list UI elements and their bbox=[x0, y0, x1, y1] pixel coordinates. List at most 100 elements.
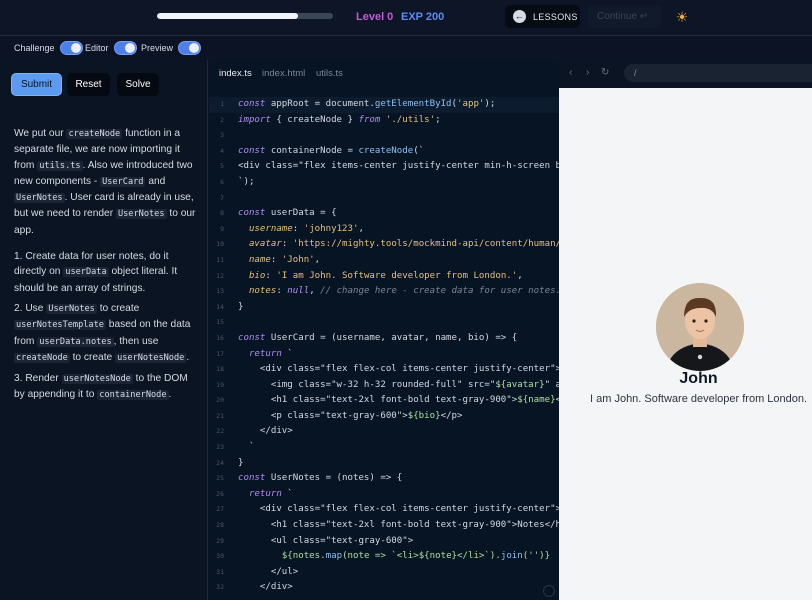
code-line[interactable]: 2 import { createNode } from './utils'; bbox=[209, 113, 559, 129]
code-line[interactable]: 11 name: 'John', bbox=[209, 253, 559, 269]
code-token: username bbox=[248, 223, 293, 234]
code-line[interactable]: 31 </ul> bbox=[209, 565, 559, 581]
code-token: notes bbox=[248, 286, 277, 297]
continue-button[interactable]: Continue ↵ bbox=[588, 5, 662, 28]
inline-code: UserNotes bbox=[115, 209, 167, 220]
line-number: 7 bbox=[220, 193, 224, 202]
code-token: <div class="flex items-center justify-ce… bbox=[238, 161, 559, 172]
code-token: : bbox=[270, 254, 282, 265]
code-token: `); bbox=[238, 176, 255, 187]
code-line[interactable]: 1 const appRoot = document.getElementById… bbox=[209, 97, 559, 113]
code-token: 'I am John. Software developer from Lond… bbox=[276, 270, 518, 281]
line-number: 4 bbox=[220, 146, 224, 155]
code-token: bio bbox=[248, 270, 266, 281]
code-line[interactable]: 26 return ` bbox=[209, 487, 559, 503]
code-line[interactable]: 13 notes: null, // change here - create … bbox=[209, 284, 559, 300]
code-token: name bbox=[248, 254, 271, 265]
inline-code: UserCard bbox=[100, 176, 146, 187]
code-line[interactable]: 20 <h1 class="text-2xl font-bold text-gr… bbox=[209, 393, 559, 409]
code-token: containerNode = bbox=[265, 145, 359, 156]
code-text: username: 'johny123', bbox=[238, 222, 364, 238]
code-line[interactable]: 22 </div> bbox=[209, 424, 559, 440]
code-text: const UserNotes = (notes) => { bbox=[238, 471, 402, 487]
code-line[interactable]: 8 const userData = { bbox=[209, 206, 559, 222]
code-line[interactable]: 6 `); bbox=[209, 175, 559, 191]
lessons-button[interactable]: ← LESSONS bbox=[505, 5, 580, 28]
code-line[interactable]: 25 const UserNotes = (notes) => { bbox=[209, 471, 559, 487]
preview-switch[interactable] bbox=[178, 41, 202, 55]
code-line[interactable]: 16 const UserCard = (username, avatar, na… bbox=[209, 331, 559, 347]
code-text: <h1 class="text-2xl font-bold text-gray-… bbox=[238, 393, 559, 409]
theme-toggle-sun-icon[interactable]: ☀ bbox=[673, 8, 691, 26]
code-token: createNode bbox=[358, 145, 414, 156]
code-line[interactable]: 21 <p class="text-gray-600">${bio}</p> bbox=[209, 409, 559, 425]
line-number: 28 bbox=[216, 521, 224, 530]
code-token: , bbox=[309, 286, 321, 297]
code-line[interactable]: 24} bbox=[209, 456, 559, 472]
code-line[interactable]: 15 bbox=[209, 315, 559, 331]
editor-switch[interactable] bbox=[113, 41, 137, 55]
code-line[interactable]: 10 avatar: 'https://mighty.tools/mockmin… bbox=[209, 237, 559, 253]
forward-icon[interactable]: › bbox=[586, 67, 589, 78]
level-label: Level 0 bbox=[356, 11, 394, 23]
code-token: appRoot = document. bbox=[265, 99, 375, 109]
code-token: : bbox=[276, 286, 288, 297]
code-text: notes: null, // change here - create dat… bbox=[238, 284, 559, 300]
lessons-label: LESSONS bbox=[533, 11, 578, 22]
challenge-toggle[interactable]: Challenge bbox=[14, 41, 83, 55]
inline-code: containerNode bbox=[97, 390, 169, 401]
code-line[interactable]: 30 ${notes.map(note => `<li>${note}</li>… bbox=[209, 549, 559, 565]
code-line[interactable]: 23 ` bbox=[209, 440, 559, 456]
code-line[interactable]: 27 <div class="flex flex-col items-cente… bbox=[209, 502, 559, 518]
code-line[interactable]: 3 bbox=[209, 128, 559, 144]
code-line[interactable]: 32 </div> bbox=[209, 580, 559, 596]
line-number: 27 bbox=[216, 505, 224, 514]
solve-button[interactable]: Solve bbox=[117, 73, 159, 96]
back-icon[interactable]: ‹ bbox=[569, 67, 572, 78]
code-line[interactable]: 18 <div class="flex flex-col items-cente… bbox=[209, 362, 559, 378]
code-text: <div class="flex flex-col items-center j… bbox=[238, 362, 559, 378]
code-token: ${bio} bbox=[407, 410, 441, 421]
preview-toggle[interactable]: Preview bbox=[141, 41, 202, 55]
code-editor[interactable]: index.ts index.html utils.ts 1 const appR… bbox=[209, 60, 559, 600]
code-token: userData = { bbox=[265, 208, 337, 219]
line-number: 18 bbox=[216, 365, 224, 374]
line-number: 22 bbox=[216, 427, 224, 436]
code-line[interactable]: 7 bbox=[209, 191, 559, 207]
code-line[interactable]: 17 return ` bbox=[209, 347, 559, 363]
instructions-intro: We put our createNode function in a sepa… bbox=[14, 126, 196, 238]
code-token: <div class="flex flex-col items-center j… bbox=[238, 504, 559, 515]
line-number: 11 bbox=[216, 255, 224, 264]
code-text: </div> bbox=[238, 580, 293, 596]
instruction-text: . bbox=[168, 389, 172, 401]
code-line[interactable]: 28 <h1 class="text-2xl font-bold text-gr… bbox=[209, 518, 559, 534]
submit-button[interactable]: Submit bbox=[11, 73, 62, 96]
challenge-switch[interactable] bbox=[59, 41, 83, 55]
code-line[interactable]: 19 <img class="w-32 h-32 rounded-full" s… bbox=[209, 378, 559, 394]
code-token: join bbox=[500, 551, 523, 562]
preview-url-input[interactable]: / bbox=[624, 64, 812, 82]
code-token: , bbox=[517, 270, 523, 281]
editor-toggle[interactable]: Editor bbox=[85, 41, 137, 55]
code-token: ('')} bbox=[522, 551, 551, 562]
code-line[interactable]: 14} bbox=[209, 300, 559, 316]
code-token: avatar bbox=[248, 239, 282, 250]
line-number: 16 bbox=[216, 333, 224, 342]
code-line[interactable]: 12 bio: 'I am John. Software developer f… bbox=[209, 269, 559, 285]
tab-index-html[interactable]: index.html bbox=[262, 68, 305, 79]
tab-index-ts[interactable]: index.ts bbox=[219, 68, 252, 79]
reset-button[interactable]: Reset bbox=[67, 73, 110, 96]
code-line[interactable]: 4 const containerNode = createNode(` bbox=[209, 144, 559, 160]
code-line[interactable]: 5 <div class="flex items-center justify-c… bbox=[209, 159, 559, 175]
code-line[interactable]: 29 <ul class="text-gray-600"> bbox=[209, 534, 559, 550]
code-line[interactable]: 9 username: 'johny123', bbox=[209, 222, 559, 238]
tab-utils-ts[interactable]: utils.ts bbox=[316, 68, 343, 79]
reload-icon[interactable]: ↻ bbox=[601, 67, 609, 78]
code-token: import bbox=[238, 114, 271, 125]
line-number: 9 bbox=[220, 224, 224, 233]
line-number: 2 bbox=[220, 115, 224, 124]
code-area[interactable]: 1 const appRoot = document.getElementById… bbox=[209, 97, 559, 596]
instruction-step: 2. Use UserNotes to create userNotesTemp… bbox=[14, 301, 196, 366]
code-token: UserCard = (username, avatar, name, bio)… bbox=[265, 332, 518, 343]
